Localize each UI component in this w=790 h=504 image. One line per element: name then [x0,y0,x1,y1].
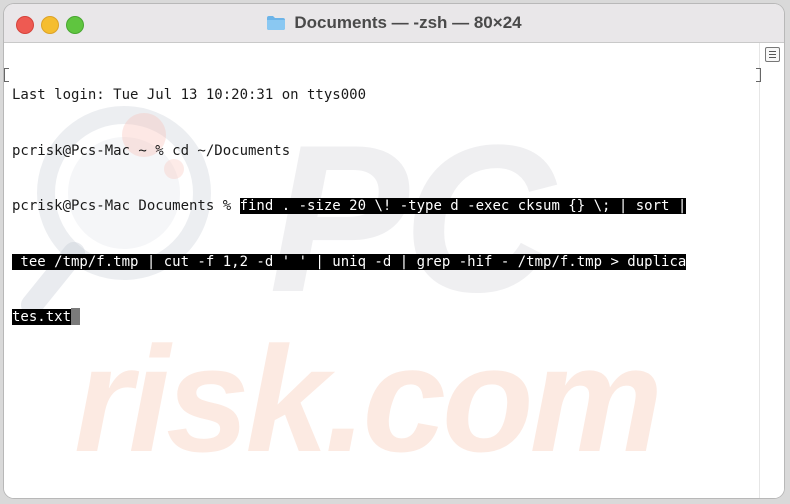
command-continuation-end: tes.txt [12,308,764,327]
selected-command[interactable]: find . -size 20 \! -type d -exec cksum {… [239,198,687,214]
prompt: pcrisk@Pcs-Mac Documents % [12,198,240,214]
window-title: Documents — -zsh — 80×24 [4,13,784,33]
command-continuation: tee /tmp/f.tmp | cut -f 1,2 -d ' ' | uni… [12,253,764,272]
selected-command-end[interactable]: tes.txt [12,309,72,325]
title-bar: Documents — -zsh — 80×24 [4,4,784,43]
scroll-marks-icon[interactable] [765,47,780,62]
output-line: Last login: Tue Jul 13 10:20:31 on ttys0… [12,87,367,103]
command-line-current: pcrisk@Pcs-Mac Documents % find . -size … [12,197,764,216]
terminal-content[interactable]: PC risk.com Last login: Tue Jul 13 10:20… [4,43,784,498]
window-title-text: Documents — -zsh — 80×24 [294,13,522,32]
command-line: pcrisk@Pcs-Mac ~ % cd ~/Documents [12,142,291,159]
terminal-window: Documents — -zsh — 80×24 PC risk.com Las… [4,4,784,498]
folder-icon [266,15,286,31]
terminal-output[interactable]: Last login: Tue Jul 13 10:20:31 on ttys0… [12,49,764,364]
text-cursor [71,308,81,325]
mark-bracket-left [4,68,9,82]
selected-command-continuation[interactable]: tee /tmp/f.tmp | cut -f 1,2 -d ' ' | uni… [12,253,687,270]
